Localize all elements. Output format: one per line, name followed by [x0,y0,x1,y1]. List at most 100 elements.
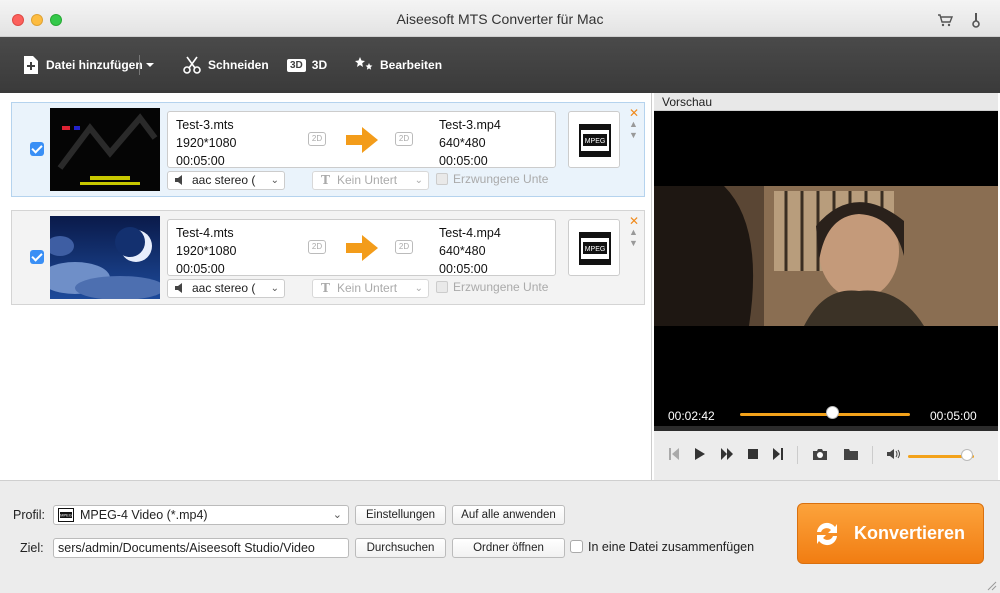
source-resolution: 1920*1080 [176,136,237,150]
stop-icon[interactable] [747,447,759,464]
cut-button[interactable]: Schneiden [182,37,269,93]
audio-track-select[interactable]: aac stereo ( ⌄ [167,279,285,298]
cut-label: Schneiden [208,58,269,72]
profile-value: MPEG-4 Video (*.mp4) [80,508,208,522]
output-format-button[interactable]: MPEG [568,219,620,276]
forced-subtitle-checkbox[interactable]: Erzwungene Unte [436,280,548,294]
file-checkbox[interactable] [30,142,44,156]
move-up-icon[interactable]: ▲ [629,227,638,237]
profile-label: Profil: [13,508,45,522]
cart-icon[interactable] [937,12,954,28]
edit-label: Bearbeiten [380,58,443,72]
file-item[interactable]: Test-4.mts 1920*1080 00:05:00 2D 2D Test… [11,210,645,305]
chevron-down-icon: ⌄ [270,175,279,186]
subtitle-select[interactable]: T Kein Untert ⌄ [312,171,429,190]
mpeg-film-icon: MPEG [579,232,611,265]
mpeg-film-icon: MPEG [579,124,611,157]
volume-icon[interactable] [886,447,902,464]
merge-label: In eine Datei zusammenfügen [588,540,755,554]
source-resolution: 1920*1080 [176,244,237,258]
apply-to-all-button[interactable]: Auf alle anwenden [452,505,565,525]
svg-text:MPEG: MPEG [585,246,606,253]
preview-panel: Vorschau 00:02:42 00:05:00 [654,93,998,480]
target-path-input[interactable]: sers/admin/Documents/Aiseesoft Studio/Vi… [53,538,349,558]
checkbox-box [436,173,448,185]
move-down-icon[interactable]: ▼ [629,238,638,248]
fast-forward-icon[interactable] [720,447,734,464]
open-folder-button[interactable]: Ordner öffnen [452,538,565,558]
mpeg-film-icon: MPEG [58,508,74,524]
arrow-right-icon [346,127,378,156]
forced-subtitle-checkbox[interactable]: Erzwungene Unte [436,172,548,186]
svg-text:MPEG: MPEG [60,513,72,518]
arrow-right-icon [346,235,378,264]
toolbar-divider [139,55,140,75]
volume-handle[interactable] [961,449,974,461]
main-toolbar: Datei hinzufügen Schneiden 3D 3D Bearbei… [0,37,1000,93]
camera-icon[interactable] [812,447,828,464]
text-icon: T [321,281,330,295]
folder-icon[interactable] [843,447,859,464]
add-file-label: Datei hinzufügen [46,58,143,72]
file-checkbox[interactable] [30,250,44,264]
preview-title: Vorschau [654,93,998,111]
file-item[interactable]: Test-3.mts 1920*1080 00:05:00 2D 2D Test… [11,102,645,197]
chevron-down-icon: ⌄ [414,175,423,186]
source-filename: Test-3.mts [176,118,234,132]
output-format-button[interactable]: MPEG [568,111,620,168]
source-2d-badge: 2D [308,240,326,254]
key-icon[interactable] [968,12,984,28]
3d-button[interactable]: 3D 3D [287,37,327,93]
target-resolution: 640*480 [439,244,486,258]
skip-back-icon[interactable] [668,447,680,464]
svg-text:MPEG: MPEG [585,138,606,145]
seek-handle[interactable] [825,406,839,419]
video-thumbnail [50,108,160,191]
title-bar: Aiseesoft MTS Converter für Mac [0,0,1000,37]
remove-file-icon[interactable]: ✕ [629,214,639,228]
video-frame [654,186,998,326]
file-list: Test-3.mts 1920*1080 00:05:00 2D 2D Test… [2,93,652,480]
source-filename: Test-4.mts [176,226,234,240]
controls-divider [797,446,798,464]
add-file-button[interactable]: Datei hinzufügen [22,37,143,93]
merge-checkbox[interactable]: In eine Datei zusammenfügen [570,540,754,554]
settings-button[interactable]: Einstellungen [355,505,446,525]
edit-button[interactable]: Bearbeiten [354,37,442,93]
current-time: 00:02:42 [668,409,715,423]
conversion-info: Test-3.mts 1920*1080 00:05:00 2D 2D Test… [167,111,556,168]
3d-icon: 3D [287,58,306,72]
speaker-icon [174,282,186,299]
target-filename: Test-3.mp4 [439,118,501,132]
convert-button[interactable]: Konvertieren [797,503,984,564]
subtitle-value: Kein Untert [337,173,398,187]
remove-file-icon[interactable]: ✕ [629,106,639,120]
target-label: Ziel: [20,541,44,555]
audio-track-select[interactable]: aac stereo ( ⌄ [167,171,285,190]
skip-forward-icon[interactable] [772,447,784,464]
conversion-info: Test-4.mts 1920*1080 00:05:00 2D 2D Test… [167,219,556,276]
target-info: Test-4.mp4 640*480 00:05:00 [439,224,501,278]
checkbox-box [436,281,448,293]
move-down-icon[interactable]: ▼ [629,130,638,140]
total-time: 00:05:00 [930,409,977,423]
target-info: Test-3.mp4 640*480 00:05:00 [439,116,501,170]
move-up-icon[interactable]: ▲ [629,119,638,129]
subtitle-select[interactable]: T Kein Untert ⌄ [312,279,429,298]
scissors-icon [183,56,201,74]
target-2d-badge: 2D [395,240,413,254]
add-file-icon [24,56,38,74]
target-2d-badge: 2D [395,132,413,146]
forced-subtitle-label: Erzwungene Unte [453,280,549,294]
profile-select[interactable]: MPEG MPEG-4 Video (*.mp4) ⌄ [53,505,349,525]
target-filename: Test-4.mp4 [439,226,501,240]
source-2d-badge: 2D [308,132,326,146]
play-icon[interactable] [694,447,706,464]
resize-grip-icon[interactable] [987,580,997,591]
browse-button[interactable]: Durchsuchen [355,538,446,558]
seek-bar[interactable] [740,413,910,416]
video-preview[interactable] [654,111,998,426]
audio-track-value: aac stereo ( [192,281,256,295]
add-file-dropdown-button[interactable] [145,37,161,93]
3d-label: 3D [311,58,328,72]
